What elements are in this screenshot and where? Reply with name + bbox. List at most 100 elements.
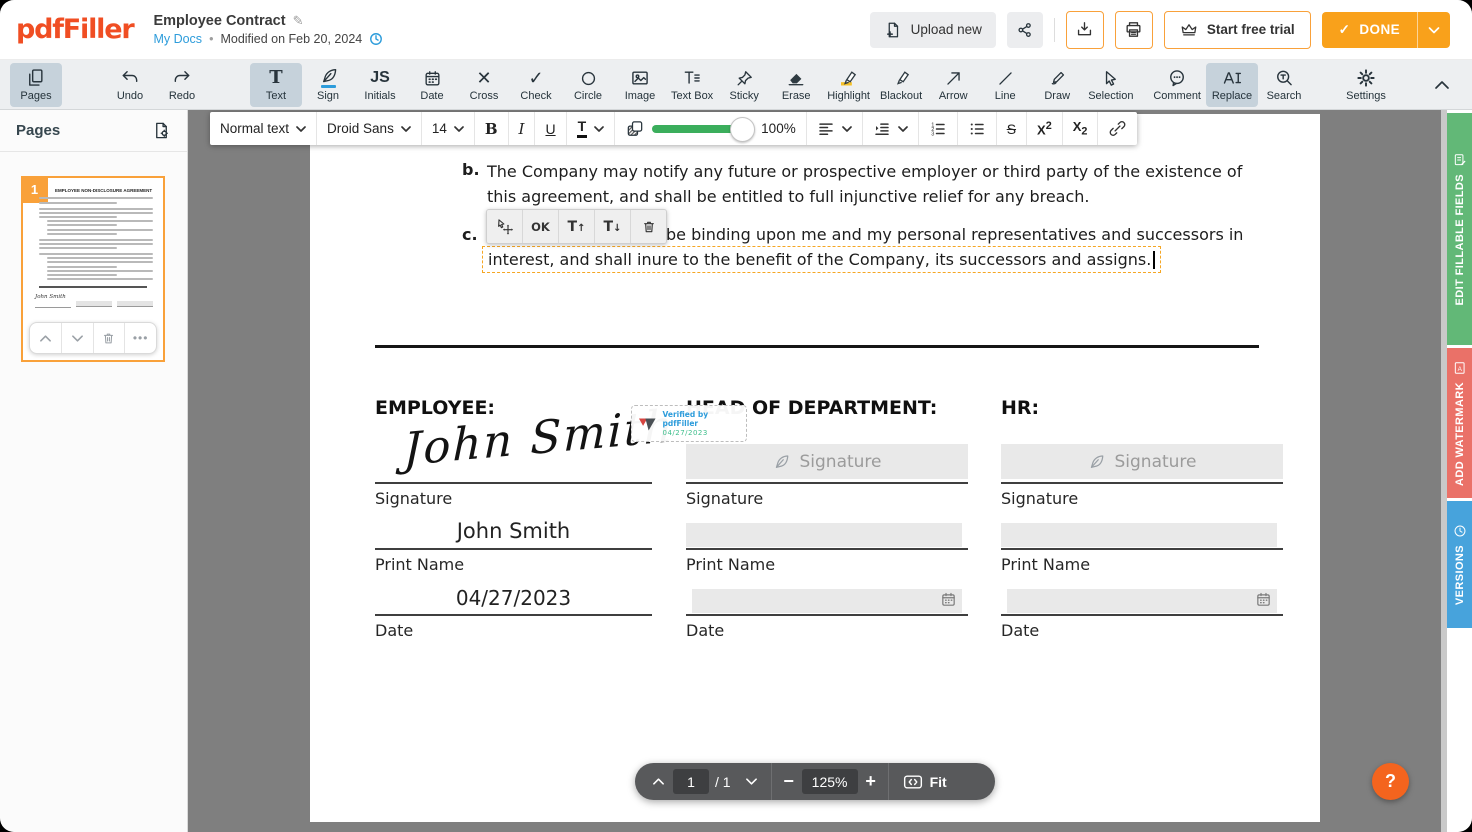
numbered-list-button[interactable]: 123 <box>919 112 958 145</box>
breadcrumb-my-docs[interactable]: My Docs <box>153 32 202 46</box>
previous-page-button[interactable] <box>643 763 673 800</box>
delete-text-button[interactable] <box>631 210 666 243</box>
current-page-input[interactable]: 1 <box>673 769 709 794</box>
zoom-out-button[interactable]: − <box>776 771 802 792</box>
initials-icon: JS <box>370 67 390 89</box>
versions-clock-icon <box>1453 524 1467 538</box>
done-dropdown[interactable] <box>1418 12 1450 48</box>
replace-icon <box>1221 67 1243 89</box>
link-button[interactable] <box>1098 112 1137 145</box>
align-dropdown[interactable] <box>807 112 863 145</box>
next-page-button[interactable] <box>737 763 767 800</box>
print-button[interactable] <box>1115 11 1153 49</box>
edit-title-icon[interactable]: ✎ <box>293 13 304 29</box>
move-handle[interactable] <box>487 210 523 243</box>
textbox-icon <box>682 67 702 89</box>
start-free-trial-button[interactable]: Start free trial <box>1164 11 1311 49</box>
opacity-slider[interactable] <box>652 125 744 133</box>
font-family-dropdown[interactable]: Droid Sans <box>317 112 422 145</box>
subscript-button[interactable]: X2 <box>1063 112 1099 145</box>
tool-circle[interactable]: Circle <box>562 63 614 107</box>
tool-initials[interactable]: JS Initials <box>354 63 406 107</box>
move-page-down-button[interactable] <box>62 323 94 353</box>
download-button[interactable] <box>1066 11 1104 49</box>
tool-erase[interactable]: Erase <box>770 63 822 107</box>
italic-button[interactable]: I <box>509 112 536 145</box>
tool-image[interactable]: Image <box>614 63 666 107</box>
delete-page-button[interactable] <box>94 323 126 353</box>
page-more-button[interactable]: ••• <box>125 323 156 353</box>
hod-signature-field[interactable]: Signature <box>686 444 968 479</box>
tool-replace[interactable]: Replace <box>1206 63 1258 107</box>
tool-selection[interactable]: Selection <box>1083 63 1138 107</box>
zoom-level[interactable]: 125% <box>802 769 858 794</box>
superscript-button[interactable]: X2 <box>1027 112 1063 145</box>
fillable-fields-icon <box>1453 153 1467 167</box>
tool-sign[interactable]: Sign <box>302 63 354 107</box>
clause-c-label: c. <box>462 225 478 244</box>
tool-line[interactable]: Line <box>979 63 1031 107</box>
tool-textbox[interactable]: Text Box <box>666 63 718 107</box>
share-button[interactable] <box>1007 12 1043 48</box>
section-divider <box>375 345 1259 348</box>
calendar-icon[interactable] <box>940 591 957 608</box>
add-watermark-tab[interactable]: A ADD WATERMARK <box>1447 348 1472 498</box>
slider-handle[interactable] <box>730 117 755 142</box>
tool-cross[interactable]: ✕ Cross <box>458 63 510 107</box>
hr-signature-field[interactable]: Signature <box>1001 444 1283 479</box>
move-page-up-button[interactable] <box>30 323 62 353</box>
text-tool-icon: T <box>269 67 282 89</box>
paragraph-style-dropdown[interactable]: Normal text <box>210 112 317 145</box>
font-size-dropdown[interactable]: 14 <box>422 112 475 145</box>
header-actions: Upload new Start free trial ✓ DONE <box>870 11 1450 49</box>
tool-search[interactable]: Search <box>1258 63 1310 107</box>
tool-check[interactable]: ✓ Check <box>510 63 562 107</box>
fit-button[interactable]: Fit <box>903 774 947 790</box>
page-thumbnail[interactable]: 1 EMPLOYEE NON-DISCLOSURE AGREEMENT John… <box>21 176 165 362</box>
font-decrease-button[interactable]: T↓ <box>595 210 631 243</box>
employee-date[interactable]: 04/27/2023 <box>375 586 652 610</box>
modified-date: Modified on Feb 20, 2024 <box>220 32 362 46</box>
tool-blackout[interactable]: Blackout <box>875 63 927 107</box>
tool-comment[interactable]: Comment <box>1148 63 1206 107</box>
help-button[interactable]: ? <box>1372 763 1409 800</box>
hr-print-name-field[interactable] <box>1001 523 1277 547</box>
text-color-dropdown[interactable]: T <box>567 112 616 145</box>
underline-button[interactable]: U <box>535 112 566 145</box>
tool-date[interactable]: Date <box>406 63 458 107</box>
bullet-list-button[interactable] <box>958 112 997 145</box>
calendar-icon[interactable] <box>1255 591 1272 608</box>
tool-highlight[interactable]: Highlight <box>822 63 875 107</box>
versions-tab[interactable]: VERSIONS <box>1447 501 1472 628</box>
font-increase-button[interactable]: T↑ <box>559 210 595 243</box>
strikethrough-button[interactable]: S <box>997 112 1027 145</box>
history-clock-icon[interactable] <box>369 32 383 46</box>
hr-column: HR: Signature Signature Print Name Date <box>1001 397 1283 652</box>
tool-redo[interactable]: Redo <box>156 63 208 107</box>
tool-arrow[interactable]: Arrow <box>927 63 979 107</box>
tool-sticky[interactable]: Sticky <box>718 63 770 107</box>
done-button[interactable]: ✓ DONE <box>1322 12 1450 48</box>
opacity-control[interactable]: 100% <box>615 112 807 145</box>
page-settings-icon[interactable] <box>152 121 171 140</box>
tool-settings[interactable]: Settings <box>1340 63 1392 107</box>
upload-new-button[interactable]: Upload new <box>870 12 996 48</box>
tool-draw[interactable]: Draw <box>1031 63 1083 107</box>
collapse-toolbar-button[interactable] <box>1422 63 1462 107</box>
tool-text[interactable]: T Text <box>250 63 302 107</box>
ok-button[interactable]: OK <box>523 210 559 243</box>
bold-button[interactable]: B <box>475 112 509 145</box>
employee-print-name[interactable]: John Smith <box>375 519 652 543</box>
indent-dropdown[interactable] <box>863 112 919 145</box>
svg-text:A: A <box>1457 365 1462 372</box>
chevron-up-icon <box>1434 74 1450 96</box>
hod-date-field[interactable] <box>692 589 962 613</box>
hod-print-name-field[interactable] <box>686 523 962 547</box>
edit-fillable-fields-tab[interactable]: EDIT FILLABLE FIELDS <box>1447 113 1472 345</box>
tool-pages[interactable]: Pages <box>10 63 62 107</box>
tool-undo[interactable]: Undo <box>104 63 156 107</box>
zoom-in-button[interactable]: + <box>858 771 884 792</box>
active-text-field[interactable]: interest, and shall inure to the benefit… <box>482 246 1161 273</box>
done-label: DONE <box>1359 22 1400 37</box>
hr-date-field[interactable] <box>1007 589 1277 613</box>
